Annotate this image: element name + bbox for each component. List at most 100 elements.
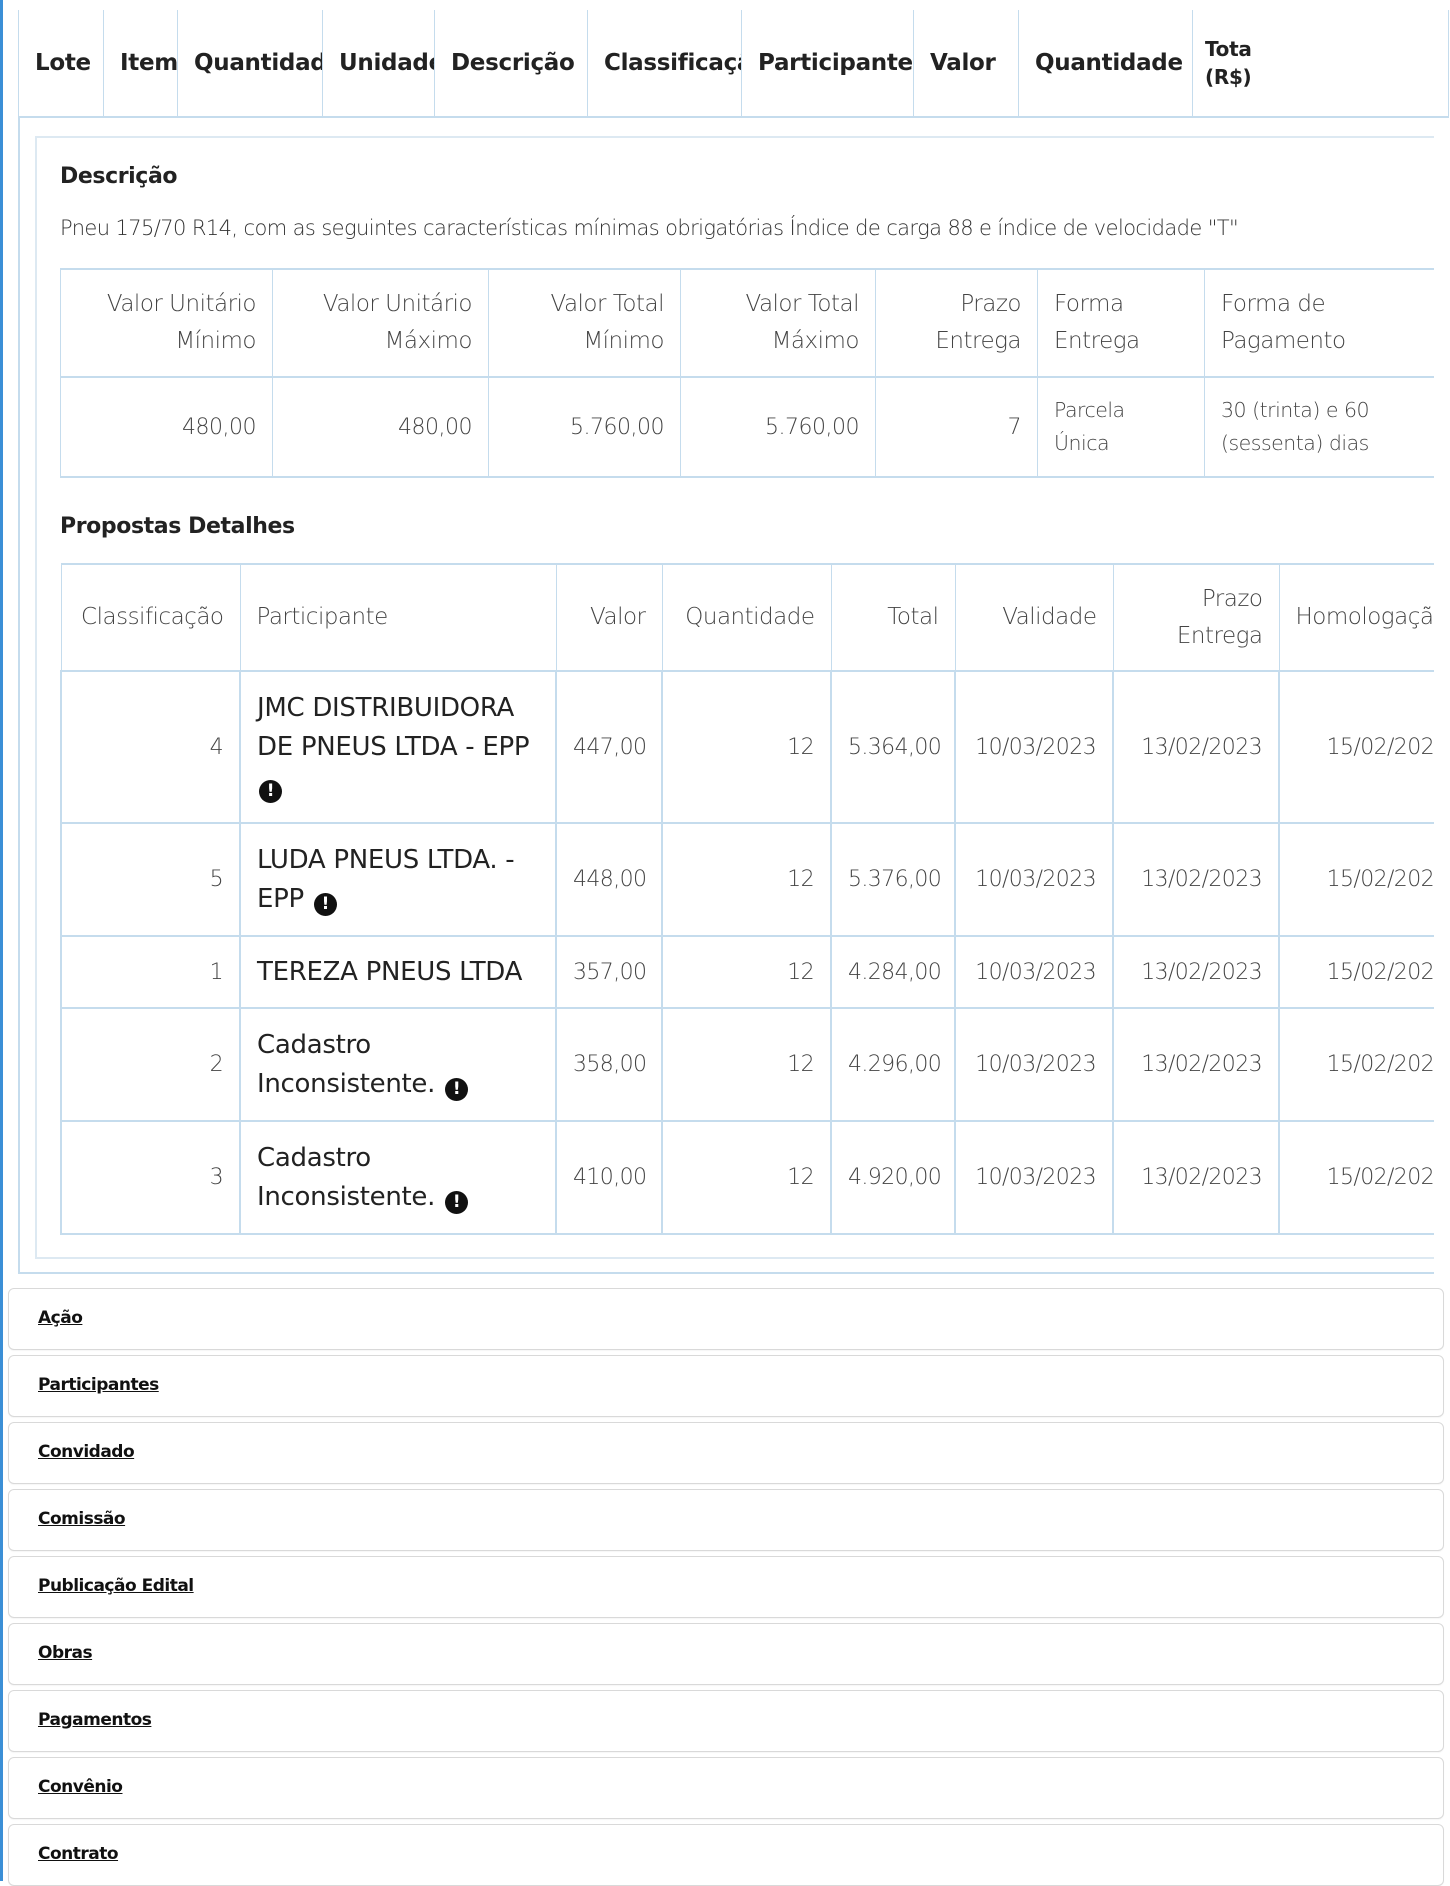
propostas-header[interactable]: Quantidade (662, 564, 831, 671)
accordion-panel: Comissão (8, 1489, 1444, 1551)
participante-name: JMC DISTRIBUIDORA DE PNEUS LTDA - EPP (257, 693, 529, 762)
valores-header: Valor Total Máximo (681, 269, 876, 377)
exclamation-circle-icon[interactable]: ! (314, 893, 337, 916)
proposta-row: 3Cadastro Inconsistente. !410,00124.920,… (61, 1121, 1450, 1234)
header-line: Máximo (385, 328, 472, 354)
proposta-total: 5.364,00 (831, 671, 955, 823)
accordion-link[interactable]: Pagamentos (38, 1710, 151, 1730)
cell-line: (sessenta) dias (1221, 431, 1369, 455)
participante-name: Cadastro Inconsistente. (257, 1143, 435, 1212)
proposta-homologacao: 15/02/202 (1279, 1121, 1450, 1234)
proposta-homologacao: 15/02/202 (1279, 823, 1450, 936)
col-classificacao[interactable]: Classificação (588, 10, 742, 117)
proposta-homologacao: 15/02/202 (1279, 671, 1450, 823)
valor-total-maximo: 5.760,00 (681, 377, 876, 477)
proposta-participante: Cadastro Inconsistente. ! (240, 1008, 556, 1121)
header-line: Valor Unitário (323, 291, 472, 317)
accordion-link[interactable]: Convênio (38, 1777, 122, 1797)
proposta-valor: 357,00 (556, 936, 662, 1008)
valores-table: Valor UnitárioMínimo Valor Unitário Máxim… (60, 268, 1450, 478)
proposta-total: 4.296,00 (831, 1008, 955, 1121)
col-total-line1: Tota (1205, 37, 1252, 61)
col-participante[interactable]: Participante (742, 10, 914, 117)
col-total[interactable]: Tota (R$) (1193, 10, 1449, 117)
header-line: Mínimo (583, 328, 664, 354)
header-line: Pagamento (1221, 328, 1346, 354)
col-valor[interactable]: Valor (914, 10, 1019, 117)
cell-line: Única (1054, 431, 1109, 455)
proposta-classificacao: 1 (61, 936, 240, 1008)
header-line: Valor Total (551, 291, 665, 317)
proposta-participante: LUDA PNEUS LTDA. - EPP ! (240, 823, 556, 936)
accordion-panel: Publicação Edital (8, 1556, 1444, 1618)
propostas-header[interactable]: Valor (556, 564, 662, 671)
proposta-prazo-entrega: 13/02/2023 (1113, 1008, 1279, 1121)
proposta-total: 5.376,00 (831, 823, 955, 936)
proposta-prazo-entrega: 13/02/2023 (1113, 1121, 1279, 1234)
propostas-header[interactable]: Homologaçã (1279, 564, 1450, 671)
proposta-valor: 410,00 (556, 1121, 662, 1234)
proposta-prazo-entrega: 13/02/2023 (1113, 936, 1279, 1008)
proposta-classificacao: 2 (61, 1008, 240, 1121)
col-lote[interactable]: Lote (19, 10, 104, 117)
col-descricao[interactable]: Descrição (435, 10, 588, 117)
forma-pagamento: 30 (trinta) e 60(sessenta) dias (1205, 377, 1450, 477)
proposta-row: 2Cadastro Inconsistente. !358,00124.296,… (61, 1008, 1450, 1121)
propostas-header[interactable]: Total (831, 564, 955, 671)
proposta-total: 4.920,00 (831, 1121, 955, 1234)
accordion-link[interactable]: Comissão (38, 1509, 125, 1529)
exclamation-circle-icon[interactable]: ! (259, 780, 282, 803)
col-quantidade[interactable]: Quantidade (178, 10, 323, 117)
proposta-validade: 10/03/2023 (955, 671, 1113, 823)
valor-total-minimo: 5.760,00 (489, 377, 681, 477)
prazo-entrega: 7 (876, 377, 1038, 477)
accordion-panel: Convênio (8, 1757, 1444, 1819)
accordion-link[interactable]: Participantes (38, 1375, 159, 1395)
header-line: Forma de (1221, 291, 1325, 317)
propostas-header[interactable]: PrazoEntrega (1113, 564, 1279, 671)
proposta-total: 4.284,00 (831, 936, 955, 1008)
accordion-panel: Participantes (8, 1355, 1444, 1417)
participante-name: TEREZA PNEUS LTDA (257, 957, 522, 987)
proposta-classificacao: 4 (61, 671, 240, 823)
valor-unitario-minimo: 480,00 (61, 377, 273, 477)
accordion-panel: Pagamentos (8, 1690, 1444, 1752)
proposta-participante: JMC DISTRIBUIDORA DE PNEUS LTDA - EPP ! (240, 671, 556, 823)
forma-entrega: Parcela Única (1038, 377, 1205, 477)
col-unidade[interactable]: Unidade (323, 10, 435, 117)
propostas-header[interactable]: Validade (955, 564, 1113, 671)
propostas-table: Classificação Participante Valor Quantid… (60, 563, 1450, 1235)
header-line: Entrega (935, 328, 1021, 354)
accordion-link[interactable]: Convidado (38, 1442, 134, 1462)
proposta-valor: 448,00 (556, 823, 662, 936)
propostas-title: Propostas Detalhes (60, 514, 295, 539)
accordion-link[interactable]: Obras (38, 1643, 92, 1663)
accordion-link[interactable]: Contrato (38, 1844, 118, 1864)
valores-header: Valor Total Mínimo (489, 269, 681, 377)
valores-header: Valor UnitárioMínimo (61, 269, 273, 377)
accordion-link[interactable]: Publicação Edital (38, 1576, 194, 1596)
accordion-panel: Ação (8, 1288, 1444, 1350)
propostas-header[interactable]: Participante (240, 564, 556, 671)
participante-name: Cadastro Inconsistente. (257, 1030, 435, 1099)
header-line: Máximo (772, 328, 859, 354)
left-border (0, 0, 3, 1881)
proposta-prazo-entrega: 13/02/2023 (1113, 671, 1279, 823)
proposta-row: 1TEREZA PNEUS LTDA357,00124.284,0010/03/… (61, 936, 1450, 1008)
accordion-link[interactable]: Ação (38, 1308, 82, 1328)
header-line: Entrega (1054, 328, 1140, 354)
exclamation-circle-icon[interactable]: ! (445, 1078, 468, 1101)
header-line: Valor Total (746, 291, 860, 317)
cell-line: Parcela (1054, 398, 1125, 422)
propostas-header[interactable]: Classificação (61, 564, 240, 671)
col-quantidade-2[interactable]: Quantidade (1019, 10, 1193, 117)
col-total-line2: (R$) (1205, 65, 1251, 89)
valores-row: 480,00 480,00 5.760,00 5.760,00 7 Parcel… (61, 377, 1450, 477)
exclamation-circle-icon[interactable]: ! (445, 1191, 468, 1214)
header-line: Forma (1054, 291, 1124, 317)
valores-header: Valor Unitário Máximo (273, 269, 489, 377)
proposta-validade: 10/03/2023 (955, 823, 1113, 936)
valores-header: Forma de Pagamento (1205, 269, 1450, 377)
col-item[interactable]: Item (104, 10, 178, 117)
proposta-quantidade: 12 (662, 823, 831, 936)
